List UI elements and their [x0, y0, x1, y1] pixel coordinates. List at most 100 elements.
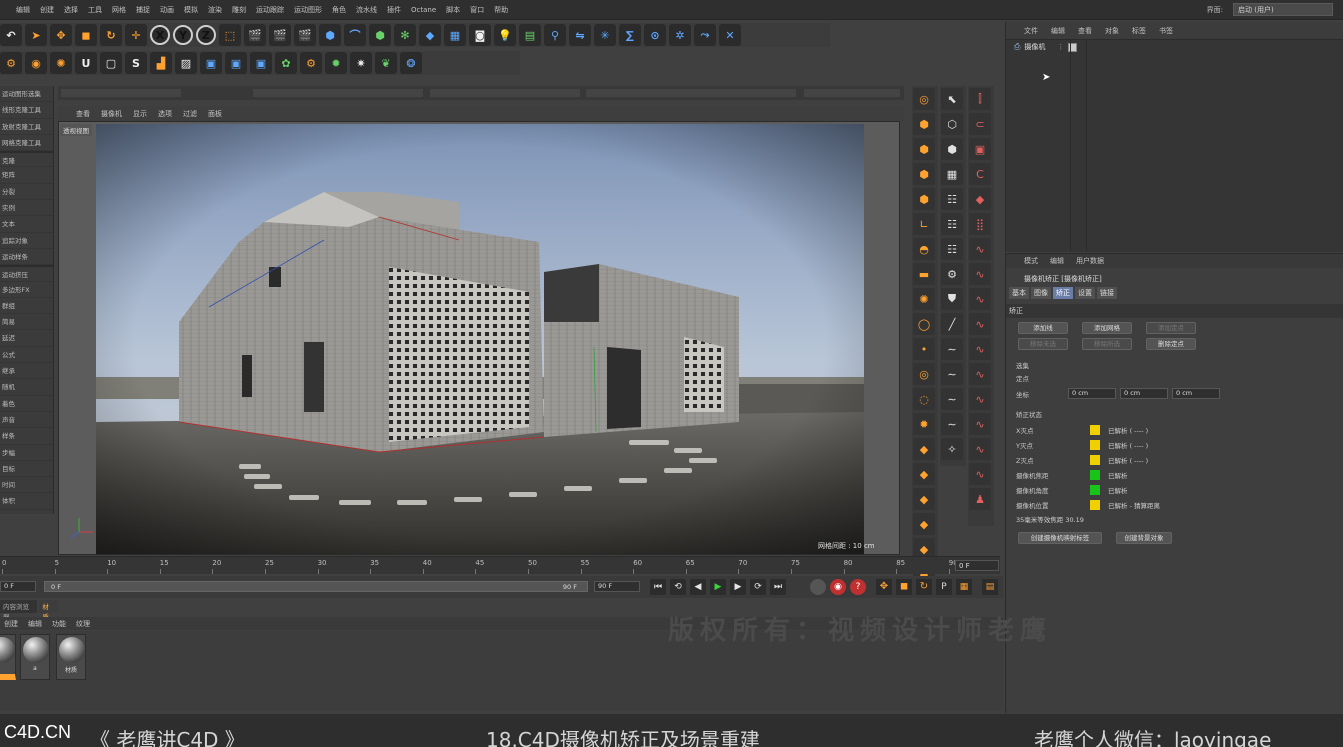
mograph-tool-item[interactable]: 步幅	[0, 445, 53, 461]
mograph-tool-item[interactable]: 克隆	[0, 151, 53, 168]
mograph-tool-item[interactable]: 群组	[0, 298, 53, 315]
key-position-icon[interactable]: ✥	[876, 579, 892, 595]
attribute-tab[interactable]: 图像	[1031, 287, 1051, 299]
bottom-action-button[interactable]: 创建背景对象	[1116, 532, 1172, 544]
material-menu-item[interactable]: 创建	[4, 619, 18, 629]
plane-layer-3-icon[interactable]: ◆	[913, 513, 935, 535]
floor-icon[interactable]: ▦	[444, 24, 466, 46]
goto-end-icon[interactable]: ⏭	[770, 579, 786, 595]
model-mode-icon[interactable]: ▬	[913, 263, 935, 285]
people-3-icon[interactable]: ☷	[941, 238, 963, 260]
hair-2-icon[interactable]: ∿	[969, 263, 991, 285]
target-ring-icon[interactable]: •	[913, 338, 935, 360]
menu-item[interactable]: 工具	[88, 5, 102, 15]
menu-item[interactable]: 窗口	[470, 5, 484, 15]
object-row-camera[interactable]: ⎙ 摄像机 ⋮	[1006, 40, 1343, 54]
goto-start-icon[interactable]: ⏮	[650, 579, 666, 595]
viewport-menu-item[interactable]: 过滤	[183, 109, 197, 119]
mograph-tool-item[interactable]: 实例	[0, 200, 53, 217]
viewport-menu-item[interactable]: 显示	[133, 109, 147, 119]
mograph-tool-item[interactable]: 运动挤压	[0, 265, 53, 282]
mograph-tool-item[interactable]: 随机	[0, 379, 53, 396]
octane-globe-icon[interactable]: ❂	[400, 52, 422, 74]
menu-item[interactable]: 角色	[332, 5, 346, 15]
viewport-menu-item[interactable]: 选项	[158, 109, 172, 119]
attribute-tab[interactable]: 链接	[1097, 287, 1117, 299]
record-key-icon[interactable]	[810, 579, 826, 595]
mograph-tool-item[interactable]: 延迟	[0, 330, 53, 347]
scale-icon[interactable]: ◼	[75, 24, 97, 46]
hair-icon[interactable]: ∿	[969, 238, 991, 260]
material-swatch[interactable]	[0, 634, 16, 680]
particles-icon[interactable]: ✲	[669, 24, 691, 46]
c-spline-icon[interactable]: C	[969, 163, 991, 185]
shield-icon[interactable]: ⛊	[941, 288, 963, 310]
green-figure-icon[interactable]: ♟	[969, 488, 991, 510]
mograph-tool-item[interactable]: 公式	[0, 347, 53, 364]
menu-item[interactable]: 动画	[160, 5, 174, 15]
people-icon[interactable]: ☷	[941, 188, 963, 210]
plane-layer-2-icon[interactable]: ◆	[913, 488, 935, 510]
plane-grid-icon[interactable]: ▤	[519, 24, 541, 46]
ring-icon[interactable]: ◌	[913, 388, 935, 410]
red-object-icon[interactable]: ◆	[969, 188, 991, 210]
menu-item[interactable]: 插件	[387, 5, 401, 15]
move-icon[interactable]: ✥	[50, 24, 72, 46]
hair-5-icon[interactable]: ∿	[969, 338, 991, 360]
close-x-icon[interactable]: ✕	[719, 24, 741, 46]
menu-item[interactable]: 帮助	[494, 5, 508, 15]
start-frame-field[interactable]: 0 F	[0, 581, 36, 592]
mograph-tool-item[interactable]: 声音	[0, 412, 53, 429]
octane-u-icon[interactable]: U	[75, 52, 97, 74]
hair-6-icon[interactable]: ∿	[969, 363, 991, 385]
material-swatch[interactable]: a	[20, 634, 50, 680]
menu-item[interactable]: 编辑	[16, 5, 30, 15]
texture-mode-icon[interactable]: ⬢	[913, 188, 935, 210]
key-pla-icon[interactable]: ▦	[956, 579, 972, 595]
hair-7-icon[interactable]: ∿	[969, 388, 991, 410]
play-icon[interactable]: ▶	[710, 579, 726, 595]
cube-edge-icon[interactable]: ⬢	[913, 138, 935, 160]
octane-sun-icon[interactable]: ✹	[325, 52, 347, 74]
cube-icon[interactable]: ⬢	[319, 24, 341, 46]
deformer-icon[interactable]: ◆	[419, 24, 441, 46]
hair-9-icon[interactable]: ∿	[969, 438, 991, 460]
octane-orange-icon[interactable]: ⚙	[941, 263, 963, 285]
red-cube-icon[interactable]: ⬢	[941, 138, 963, 160]
paint-icon[interactable]: ✺	[913, 288, 935, 310]
bottom-tab[interactable]: 材质	[39, 600, 58, 621]
brush-icon[interactable]: ✹	[913, 413, 935, 435]
mograph-tool-item[interactable]: 时间	[0, 477, 53, 494]
mograph-tool-item[interactable]: 文本	[0, 216, 53, 233]
joint-icon[interactable]: ⚲	[544, 24, 566, 46]
recent-tool-icon[interactable]: ✛	[125, 24, 147, 46]
menu-item[interactable]: 雕刻	[232, 5, 246, 15]
cloner-icon[interactable]: ✻	[394, 24, 416, 46]
octane-window-icon[interactable]: ▣	[200, 52, 222, 74]
gear-octane-icon[interactable]: ◆	[913, 438, 935, 460]
attribute-menu-item[interactable]: 模式	[1024, 256, 1038, 266]
mograph-tool-item[interactable]: 运动图形选集	[0, 86, 53, 103]
spline-wrap-icon[interactable]: ∑	[619, 24, 641, 46]
mograph-tool-item[interactable]: 网格克隆工具	[0, 135, 53, 152]
prev-frame-icon[interactable]: ◀	[690, 579, 706, 595]
subdivision-icon[interactable]: ⬢	[369, 24, 391, 46]
render-picture-viewer-icon[interactable]: 🎬	[269, 24, 291, 46]
coord-z-field[interactable]: 0 cm	[1172, 388, 1220, 399]
octane-star-icon[interactable]: ✷	[350, 52, 372, 74]
key-param-icon[interactable]: P	[936, 579, 952, 595]
mograph-tool-item[interactable]: 体积	[0, 493, 53, 510]
magnet-icon[interactable]: ⫿	[969, 88, 991, 110]
correction-button[interactable]: 添加网格	[1082, 322, 1132, 334]
cube-face-icon[interactable]: ⬢	[913, 113, 935, 135]
next-frame-icon[interactable]: ▶	[730, 579, 746, 595]
hair-10-icon[interactable]: ∿	[969, 463, 991, 485]
correction-button[interactable]: 删除定点	[1146, 338, 1196, 350]
coord-x-field[interactable]: 0 cm	[1068, 388, 1116, 399]
picture-icon[interactable]: ▣	[969, 138, 991, 160]
view-cube-icon[interactable]: ◎	[913, 88, 935, 110]
mograph-tool-item[interactable]: 追踪对象	[0, 233, 53, 249]
object-manager-menu-item[interactable]: 对象	[1105, 26, 1119, 36]
menu-item[interactable]: 运动图形	[294, 5, 322, 15]
axis-mode-icon[interactable]: ∟	[913, 213, 935, 235]
